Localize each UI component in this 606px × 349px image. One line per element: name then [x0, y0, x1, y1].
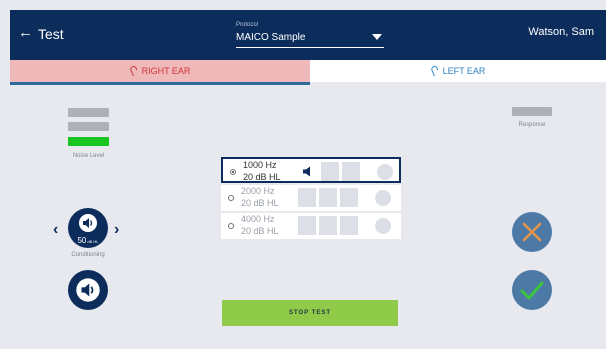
response-label: Response	[518, 122, 546, 128]
frequency-hz: 4000 Hz	[241, 214, 275, 224]
response-indicator	[512, 107, 552, 116]
conditioning-label: Conditioning	[71, 252, 105, 258]
page-title: Test	[38, 26, 64, 42]
noise-meter-bar-active	[68, 137, 109, 146]
cancel-button[interactable]	[512, 212, 552, 252]
noise-meter-bar	[68, 108, 109, 117]
user-name[interactable]: Watson, Sam	[528, 26, 594, 38]
conditioning-value: 50	[77, 236, 87, 245]
protocol-select[interactable]: MAICO Sample	[236, 32, 305, 43]
protocol-underline	[236, 47, 384, 48]
frequency-level: 20 dB HL	[243, 172, 281, 182]
frequency-level: 20 dB HL	[241, 226, 279, 236]
response-cell	[319, 188, 337, 207]
result-indicator	[377, 164, 393, 180]
active-tab-indicator	[10, 82, 310, 85]
back-arrow-icon[interactable]: ←	[18, 24, 33, 41]
speaker-icon	[79, 214, 97, 232]
noise-level-label: Noise Level	[72, 153, 105, 159]
frequency-hz: 2000 Hz	[241, 186, 275, 196]
response-cell	[298, 188, 316, 207]
chevron-left-icon[interactable]: ‹	[53, 221, 58, 239]
close-icon	[522, 222, 542, 242]
stop-test-button[interactable]: STOP TEST	[222, 300, 398, 326]
response-cell	[298, 216, 316, 235]
frequency-radio[interactable]	[230, 169, 236, 175]
checkmark-icon	[520, 281, 544, 300]
frequency-row[interactable]: 4000 Hz 20 dB HL	[221, 213, 401, 239]
response-cell	[321, 162, 339, 181]
speaker-icon	[303, 166, 310, 177]
present-tone-button[interactable]	[68, 270, 108, 310]
response-cell	[340, 216, 358, 235]
tab-right-ear[interactable]: RIGHT EAR	[10, 60, 310, 82]
tab-right-ear-label: RIGHT EAR	[141, 66, 191, 76]
frequency-radio[interactable]	[228, 195, 234, 201]
frequency-hz: 1000 Hz	[243, 160, 277, 170]
tab-left-ear-label: LEFT EAR	[442, 66, 486, 76]
frequency-row[interactable]: 1000 Hz 20 dB HL	[221, 157, 401, 183]
protocol-label: Protocol	[236, 22, 259, 28]
ear-tabs: RIGHT EAR LEFT EAR	[10, 60, 606, 82]
chevron-down-icon[interactable]	[372, 34, 382, 40]
response-cell	[342, 162, 360, 181]
conditioning-button[interactable]: 50dB HL	[68, 208, 108, 248]
result-indicator	[375, 218, 391, 234]
conditioning-level: 50dB HL	[76, 236, 100, 245]
ear-icon	[430, 66, 438, 76]
noise-meter-bar	[68, 122, 109, 131]
app-header: ← Test Protocol MAICO Sample Watson, Sam	[10, 10, 606, 60]
response-cell	[340, 188, 358, 207]
tab-left-ear[interactable]: LEFT EAR	[310, 60, 606, 82]
frequency-row[interactable]: 2000 Hz 20 dB HL	[221, 185, 401, 211]
speaker-icon	[76, 278, 100, 302]
ear-icon	[129, 66, 137, 76]
conditioning-unit: dB HL	[87, 239, 99, 244]
chevron-right-icon[interactable]: ›	[114, 221, 119, 239]
confirm-button[interactable]	[512, 270, 552, 310]
frequency-level: 20 dB HL	[241, 198, 279, 208]
audiometer-app: ← Test Protocol MAICO Sample Watson, Sam…	[0, 0, 606, 349]
result-indicator	[375, 190, 391, 206]
response-cell	[319, 216, 337, 235]
frequency-radio[interactable]	[228, 223, 234, 229]
